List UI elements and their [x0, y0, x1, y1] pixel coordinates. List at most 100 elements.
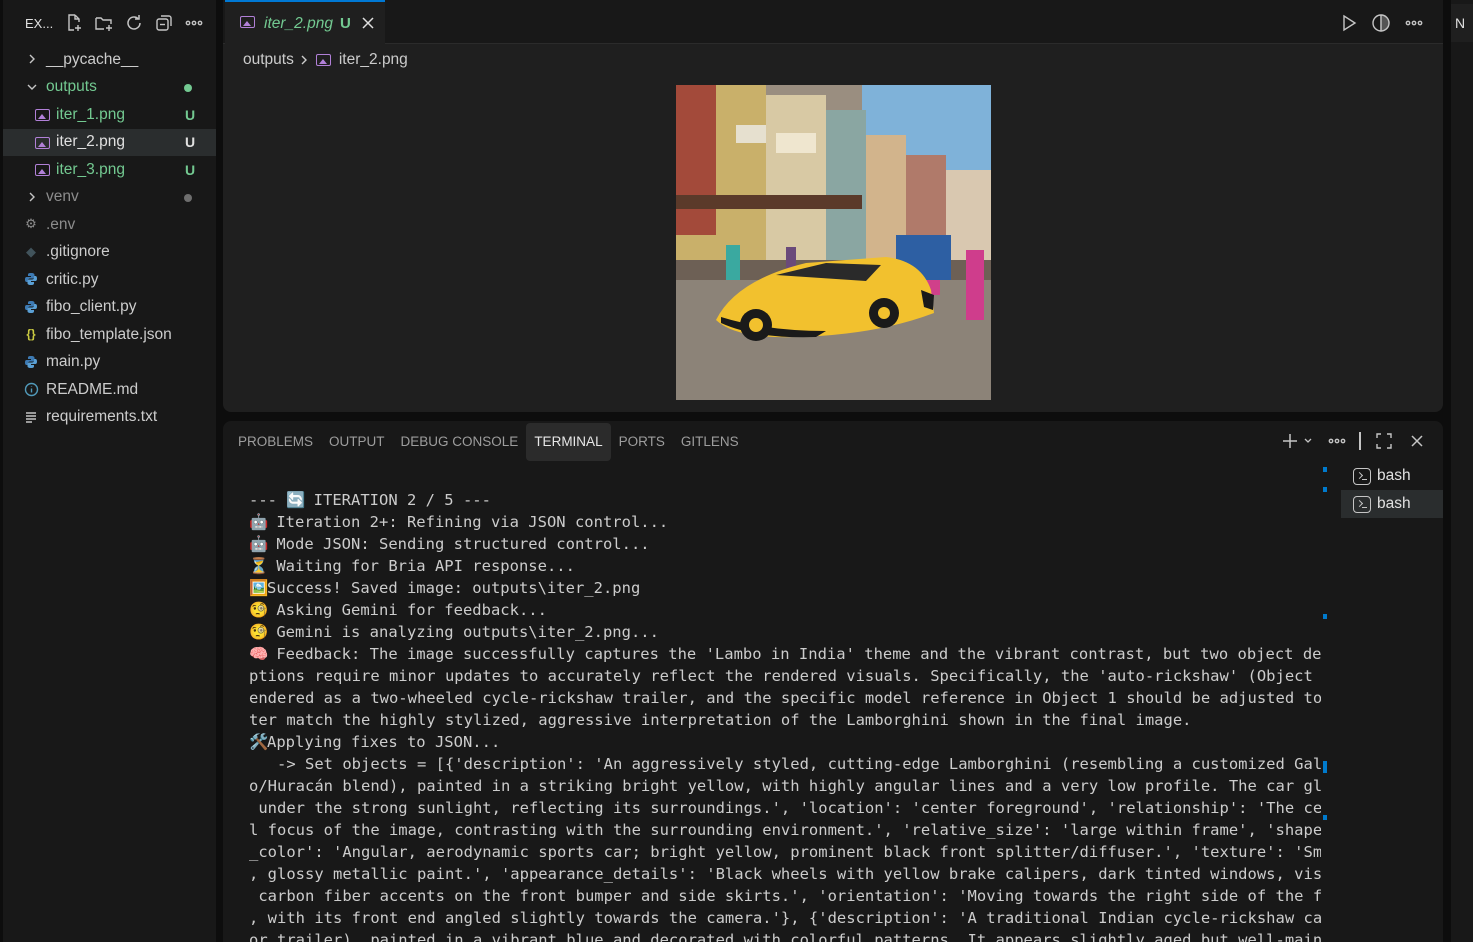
more-icon[interactable]	[1404, 13, 1424, 33]
terminal-line: or trailer), painted in a vibrant blue a…	[249, 931, 1321, 942]
terminal-instance[interactable]: bash	[1341, 462, 1443, 490]
run-icon[interactable]	[1339, 13, 1359, 33]
tree-file-critic[interactable]: critic.py	[3, 266, 216, 294]
scroll-marker	[1323, 614, 1327, 619]
git-status-dot	[184, 193, 192, 202]
plus-icon[interactable]	[1281, 432, 1299, 450]
tree-item-label: fibo_client.py	[46, 298, 137, 316]
python-icon	[23, 354, 39, 370]
image-file-icon	[240, 16, 255, 28]
git-icon: ◆	[26, 243, 36, 259]
tree-item-label: .gitignore	[46, 243, 110, 261]
close-icon[interactable]	[1410, 434, 1424, 448]
tab-problems[interactable]: PROBLEMS	[230, 423, 321, 461]
breadcrumb-file[interactable]: iter_2.png	[339, 51, 408, 69]
tab-git-badge: U	[340, 15, 351, 32]
scroll-marker	[1323, 467, 1327, 472]
tree-item-label: .env	[46, 215, 76, 233]
tab-iter-2-png[interactable]: iter_2.png U	[225, 0, 385, 45]
tree-file-iter-2[interactable]: iter_2.png U	[3, 128, 216, 156]
terminal-line: 🛠️Applying fixes to JSON...	[249, 733, 501, 751]
terminal-output[interactable]: --- 🔄 ITERATION 2 / 5 --- 🤖 Iteration 2+…	[249, 489, 1321, 942]
explorer-title: EX...	[25, 15, 54, 31]
secondary-sidebar-edge	[1451, 0, 1473, 942]
tree-item-label: iter_3.png	[56, 160, 125, 178]
terminal-line: 🤖 Iteration 2+: Refining via JSON contro…	[249, 513, 669, 531]
editor-group: iter_2.png U outputs iter_2.png	[223, 0, 1443, 412]
terminal-line: under the strong sunlight, reflecting it…	[249, 799, 1321, 817]
tree-item-label: main.py	[46, 353, 101, 371]
tab-gitlens[interactable]: GITLENS	[673, 423, 747, 461]
scroll-marker	[1323, 487, 1327, 492]
terminal-line: 🖼️Success! Saved image: outputs\iter_2.p…	[249, 579, 641, 597]
new-file-icon[interactable]	[59, 13, 89, 33]
tree-item-label: README.md	[46, 380, 139, 398]
split-editor-icon[interactable]	[1371, 13, 1391, 33]
tree-item-label: fibo_template.json	[46, 325, 172, 343]
secondary-tab[interactable]: N	[1451, 4, 1473, 42]
terminal-line: _color': 'Angular, aerodynamic sports ca…	[249, 843, 1321, 861]
terminal-line: ptions require minor updates to accurate…	[249, 667, 1321, 685]
terminal-name: bash	[1377, 495, 1411, 512]
tree-file-readme[interactable]: README.md	[3, 376, 216, 404]
maximize-panel-icon[interactable]	[1375, 432, 1393, 450]
editor-tabbar: iter_2.png U	[223, 0, 1443, 45]
chevron-down-icon[interactable]	[1303, 436, 1313, 446]
git-status-dot	[184, 83, 192, 92]
more-icon[interactable]	[1327, 432, 1347, 450]
terminal-instance[interactable]: bash	[1341, 490, 1443, 518]
terminal-icon	[1353, 495, 1371, 513]
tree-file-fibo-client[interactable]: fibo_client.py	[3, 294, 216, 322]
tree-folder-outputs[interactable]: outputs	[3, 74, 216, 102]
terminal-line: l focus of the image, contrasting with t…	[249, 821, 1321, 839]
tree-folder-venv[interactable]: venv	[3, 184, 216, 212]
terminal-line: , with its front end angled slightly tow…	[249, 909, 1321, 927]
more-icon[interactable]	[179, 13, 209, 33]
breadcrumb: outputs iter_2.png	[243, 50, 408, 70]
tab-ports[interactable]: PORTS	[611, 423, 673, 461]
tree-file-iter-1[interactable]: iter_1.png U	[3, 101, 216, 129]
refresh-icon[interactable]	[119, 13, 149, 33]
chevron-right-icon	[29, 192, 35, 201]
explorer-sidebar: EX... __pycache__ outputs iter_1.png U i…	[3, 0, 216, 942]
terminal-line: ter match the highly stylized, aggressiv…	[249, 711, 1192, 729]
terminal-icon	[1353, 467, 1371, 485]
tree-item-label: iter_2.png	[56, 133, 125, 151]
new-folder-icon[interactable]	[89, 13, 119, 33]
tab-output[interactable]: OUTPUT	[321, 423, 393, 461]
terminal-line: ⏳ Waiting for Bria API response...	[249, 557, 575, 575]
terminal-line: 🧠 Feedback: The image successfully captu…	[249, 645, 1321, 663]
breadcrumb-folder[interactable]: outputs	[243, 51, 294, 69]
panel-tabs: PROBLEMS OUTPUT DEBUG CONSOLE TERMINAL P…	[230, 423, 747, 461]
chevron-right-icon	[29, 54, 35, 64]
tab-terminal[interactable]: TERMINAL	[526, 423, 611, 461]
gear-icon: ⚙	[25, 216, 37, 231]
chevron-down-icon	[27, 84, 37, 90]
tree-item-label: venv	[46, 188, 79, 206]
git-untracked-badge: U	[185, 161, 196, 178]
text-file-icon	[23, 409, 39, 425]
tree-item-label: outputs	[46, 78, 97, 96]
terminal-line: endered as a two-wheeled cycle-rickshaw …	[249, 689, 1321, 707]
json-braces-icon: {}	[26, 327, 36, 341]
tab-debug-console[interactable]: DEBUG CONSOLE	[393, 423, 527, 461]
info-icon	[23, 381, 39, 397]
tree-file-fibo-template[interactable]: {} fibo_template.json	[3, 321, 216, 349]
tab-label: iter_2.png	[264, 15, 333, 32]
tree-file-env[interactable]: ⚙ .env	[3, 211, 216, 239]
terminal-line: o/Huracán blend), painted in a striking …	[249, 777, 1321, 795]
tree-file-gitignore[interactable]: ◆ .gitignore	[3, 239, 216, 267]
tree-item-label: __pycache__	[46, 50, 139, 68]
terminal-line: --- 🔄 ITERATION 2 / 5 ---	[249, 491, 491, 509]
collapse-all-icon[interactable]	[149, 13, 179, 33]
tree-file-requirements[interactable]: requirements.txt	[3, 404, 216, 432]
image-file-icon	[34, 135, 50, 151]
terminal-line: 🧐 Gemini is analyzing outputs\iter_2.png…	[249, 623, 659, 641]
tree-folder-pycache[interactable]: __pycache__	[3, 46, 216, 74]
terminal-line: carbon fiber accents on the front bumper…	[249, 887, 1321, 905]
close-icon[interactable]	[361, 16, 375, 30]
tree-file-main[interactable]: main.py	[3, 349, 216, 377]
tree-file-iter-3[interactable]: iter_3.png U	[3, 156, 216, 184]
terminal-line: 🤖 Mode JSON: Sending structured control.…	[249, 535, 650, 553]
image-file-icon	[34, 107, 50, 123]
